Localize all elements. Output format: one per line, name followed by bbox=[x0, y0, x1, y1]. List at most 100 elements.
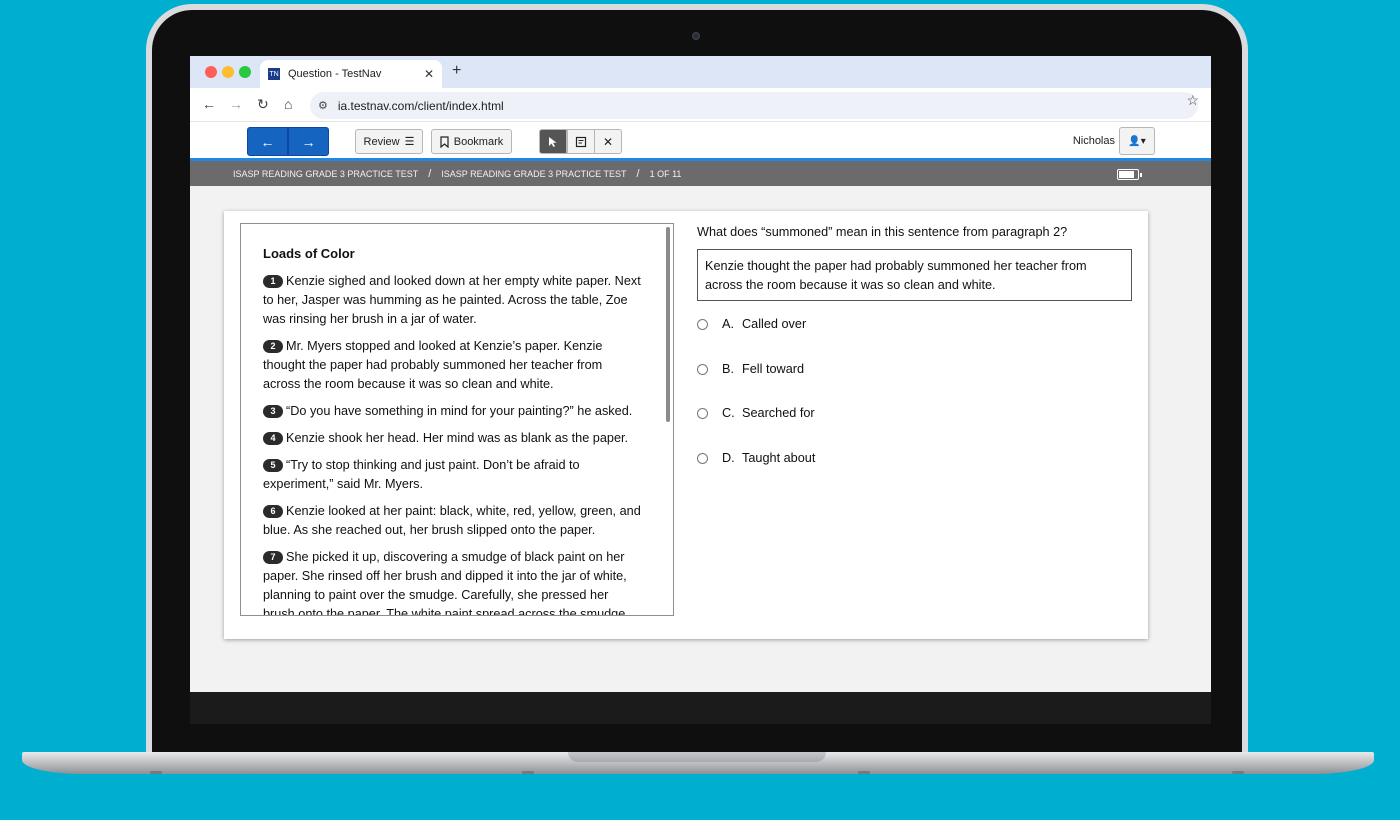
paragraph-number: 3 bbox=[263, 405, 283, 418]
paragraph-number: 1 bbox=[263, 275, 283, 288]
passage-paragraph: 1 Kenzie sighed and looked down at her em… bbox=[263, 272, 643, 329]
review-button[interactable]: Review ☰ bbox=[355, 129, 423, 154]
browser-toolbar: ← → ↻ ⌂ ⚙ ia.testnav.com/client/index.ht… bbox=[190, 88, 1211, 122]
breadcrumb: ISASP READING GRADE 3 PRACTICE TEST / IS… bbox=[190, 161, 1211, 186]
pointer-icon bbox=[549, 136, 557, 147]
quoted-sentence: Kenzie thought the paper had probably su… bbox=[697, 249, 1132, 301]
passage-paragraph: 3 “Do you have something in mind for your… bbox=[263, 402, 643, 421]
passage-title: Loads of Color bbox=[263, 246, 355, 261]
bookmark-icon bbox=[440, 135, 449, 148]
breadcrumb-progress: 1 OF 11 bbox=[649, 168, 682, 179]
paragraph-text: “Do you have something in mind for your … bbox=[286, 404, 633, 418]
paragraph-text: “Try to stop thinking and just paint. Do… bbox=[263, 458, 580, 491]
browser-tab[interactable]: TN Question - TestNav ✕ bbox=[260, 60, 442, 88]
passage-panel[interactable]: Loads of Color 1 Kenzie sighed and looked… bbox=[240, 223, 674, 616]
passage-paragraph: 6 Kenzie looked at her paint: black, whit… bbox=[263, 502, 643, 540]
user-menu-button[interactable]: 👤▾ bbox=[1119, 127, 1155, 155]
site-settings-icon[interactable]: ⚙ bbox=[318, 99, 328, 112]
paragraph-number: 6 bbox=[263, 505, 283, 518]
answer-option-c[interactable]: C. Searched for bbox=[697, 406, 815, 420]
paragraph-number: 7 bbox=[263, 551, 283, 564]
eliminator-icon: ✕ bbox=[602, 134, 614, 149]
paragraph-text: Kenzie sighed and looked down at her emp… bbox=[263, 274, 641, 326]
camera-icon bbox=[692, 32, 700, 40]
reload-icon[interactable]: ↻ bbox=[257, 96, 269, 113]
home-icon[interactable]: ⌂ bbox=[284, 96, 292, 112]
minimize-window-button[interactable] bbox=[222, 66, 234, 78]
arrow-left-icon: ← bbox=[260, 133, 275, 150]
address-bar[interactable]: ⚙ ia.testnav.com/client/index.html bbox=[310, 92, 1198, 119]
option-letter: D. bbox=[722, 451, 735, 465]
pointer-tool-button[interactable] bbox=[539, 129, 567, 154]
battery-icon bbox=[1117, 169, 1142, 180]
answer-option-a[interactable]: A. Called over bbox=[697, 317, 806, 331]
radio-button[interactable] bbox=[697, 452, 708, 464]
review-label: Review bbox=[363, 135, 400, 148]
paragraph-text: Mr. Myers stopped and looked at Kenzie’s… bbox=[263, 339, 603, 391]
paragraph-text: Kenzie looked at her paint: black, white… bbox=[263, 504, 641, 537]
back-icon[interactable]: ← bbox=[202, 96, 216, 112]
testnav-toolbar: ← → Review ☰ Bookmark ✕ Nicholas 👤▾ bbox=[190, 122, 1211, 160]
new-tab-icon[interactable]: + bbox=[452, 62, 461, 80]
passage-content: Loads of Color 1 Kenzie sighed and looked… bbox=[263, 246, 643, 616]
list-icon: ☰ bbox=[404, 136, 415, 148]
paragraph-number: 5 bbox=[263, 459, 283, 472]
user-name: Nicholas bbox=[1072, 135, 1115, 147]
test-content-area: Loads of Color 1 Kenzie sighed and looked… bbox=[190, 186, 1211, 692]
paragraph-number: 4 bbox=[263, 432, 283, 445]
passage-paragraphs: 1 Kenzie sighed and looked down at her em… bbox=[263, 272, 643, 616]
answer-eliminator-button[interactable]: ✕ bbox=[594, 129, 622, 154]
close-tab-icon[interactable]: ✕ bbox=[424, 67, 434, 81]
tab-title: Question - TestNav bbox=[288, 68, 382, 80]
previous-question-button[interactable]: ← bbox=[247, 127, 288, 156]
question-prompt: What does “summoned” mean in this senten… bbox=[697, 225, 1068, 239]
close-window-button[interactable] bbox=[205, 66, 217, 78]
notepad-tool-button[interactable] bbox=[567, 129, 595, 154]
breadcrumb-separator: / bbox=[636, 167, 640, 180]
notepad-icon bbox=[575, 136, 587, 147]
battery-cap bbox=[1140, 173, 1142, 177]
laptop-notch bbox=[568, 752, 826, 762]
breadcrumb-test: ISASP READING GRADE 3 PRACTICE TEST bbox=[233, 168, 419, 179]
paragraph-text: Kenzie shook her head. Her mind was as b… bbox=[286, 431, 629, 445]
radio-button[interactable] bbox=[697, 407, 708, 419]
passage-paragraph: 5 “Try to stop thinking and just paint. D… bbox=[263, 456, 643, 494]
battery-level bbox=[1119, 171, 1135, 178]
laptop-foot bbox=[1232, 771, 1244, 774]
forward-icon[interactable]: → bbox=[229, 96, 243, 112]
passage-scrollbar[interactable] bbox=[666, 227, 670, 422]
option-letter: C. bbox=[722, 406, 735, 420]
laptop-foot bbox=[858, 771, 870, 774]
option-letter: B. bbox=[722, 362, 734, 376]
maximize-window-button[interactable] bbox=[239, 66, 251, 78]
laptop-foot bbox=[522, 771, 534, 774]
question-card: Loads of Color 1 Kenzie sighed and looked… bbox=[224, 211, 1148, 639]
bookmark-star-icon[interactable]: ☆ bbox=[1186, 92, 1199, 109]
breadcrumb-separator: / bbox=[428, 167, 432, 180]
option-text: Fell toward bbox=[742, 362, 805, 376]
screen: TN Question - TestNav ✕ + ← → ↻ ⌂ ⚙ ia.t… bbox=[190, 56, 1211, 692]
paragraph-number: 2 bbox=[263, 340, 283, 353]
passage-paragraph: 4 Kenzie shook her head. Her mind was as … bbox=[263, 429, 643, 448]
option-text: Called over bbox=[742, 317, 807, 331]
radio-button[interactable] bbox=[697, 318, 708, 330]
option-text: Searched for bbox=[742, 406, 815, 420]
laptop-chin bbox=[190, 692, 1211, 724]
arrow-right-icon: → bbox=[301, 133, 316, 150]
option-letter: A. bbox=[722, 317, 734, 331]
bookmark-label: Bookmark bbox=[453, 135, 504, 148]
answer-option-b[interactable]: B. Fell toward bbox=[697, 362, 804, 376]
option-text: Taught about bbox=[742, 451, 816, 465]
user-icon: 👤▾ bbox=[1128, 135, 1146, 147]
paragraph-text: She picked it up, discovering a smudge o… bbox=[263, 550, 629, 616]
passage-paragraph: 2 Mr. Myers stopped and looked at Kenzie’… bbox=[263, 337, 643, 394]
bookmark-button[interactable]: Bookmark bbox=[431, 129, 512, 154]
browser-tabstrip: TN Question - TestNav ✕ + bbox=[190, 56, 1211, 88]
answer-option-d[interactable]: D. Taught about bbox=[697, 451, 815, 465]
next-question-button[interactable]: → bbox=[288, 127, 329, 156]
passage-paragraph: 7 She picked it up, discovering a smudge … bbox=[263, 548, 643, 616]
laptop-foot bbox=[150, 771, 162, 774]
testnav-favicon-icon: TN bbox=[268, 68, 280, 80]
radio-button[interactable] bbox=[697, 363, 708, 375]
breadcrumb-section: ISASP READING GRADE 3 PRACTICE TEST bbox=[441, 168, 627, 179]
